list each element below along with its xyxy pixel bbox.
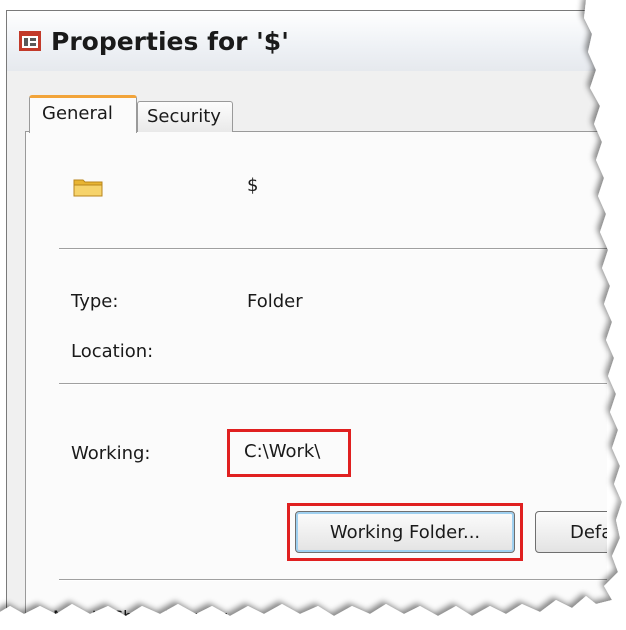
- folder-icon: [73, 179, 103, 197]
- tab-general[interactable]: General: [29, 95, 137, 133]
- working-folder-button[interactable]: Working Folder...: [295, 511, 515, 553]
- item-name: $: [247, 175, 259, 196]
- separator-2: [59, 383, 607, 385]
- working-value: C:\Work\: [244, 441, 321, 462]
- separator-1: [59, 248, 607, 250]
- screenshot: Properties for '$' General Security $ Ty…: [0, 0, 626, 630]
- working-label: Working:: [71, 443, 151, 464]
- separator-3: [59, 579, 607, 581]
- window-title: Properties for '$': [51, 27, 289, 56]
- tab-security[interactable]: Security: [137, 101, 233, 132]
- properties-dialog: Properties for '$' General Security $ Ty…: [6, 10, 607, 625]
- type-label: Type:: [71, 291, 119, 312]
- default-button[interactable]: Defa: [535, 511, 607, 553]
- title-bar: Properties for '$': [7, 11, 607, 71]
- map-to-shared-server-label: Map to Shared Server...: [53, 607, 241, 625]
- location-label: Location:: [71, 341, 154, 362]
- type-value: Folder: [247, 291, 303, 312]
- app-icon: [19, 31, 41, 51]
